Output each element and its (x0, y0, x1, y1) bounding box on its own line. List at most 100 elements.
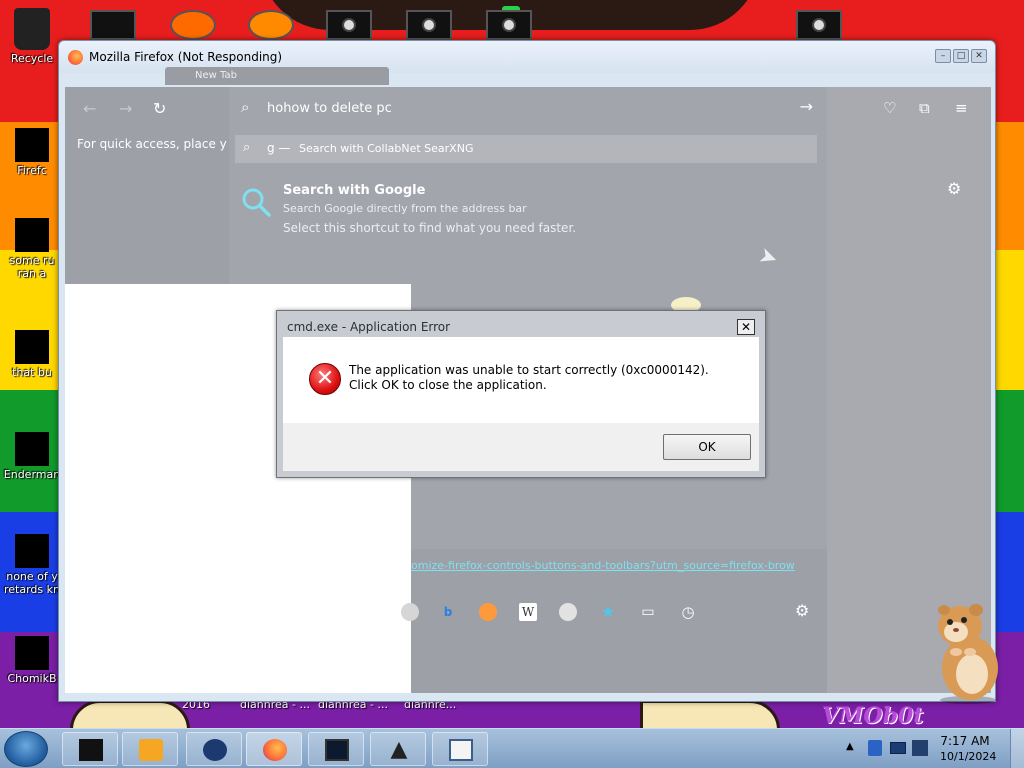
taskbar-item-globe[interactable] (186, 732, 242, 766)
suggestion-text: g — (267, 141, 291, 155)
firefox-icon (15, 128, 49, 162)
shortcut-bar: b W ★ ▭ ◷ (401, 593, 827, 633)
tip-hint: Select this shortcut to find what you ne… (283, 221, 577, 235)
address-input[interactable] (267, 98, 747, 118)
duckduckgo-icon[interactable] (479, 603, 497, 621)
window-title: Mozilla Firefox (Not Responding) (89, 50, 283, 64)
window-controls: – □ ✕ (935, 49, 987, 63)
taskbar-item-warning[interactable]: ▲ (370, 732, 426, 766)
taskbar-item[interactable] (62, 732, 118, 766)
desktop-icon-label: Recycle (10, 52, 54, 65)
eye-icon (812, 18, 826, 32)
desktop-icon-label: some ru ran a (9, 254, 55, 280)
desktop-icon-label: that bu (12, 366, 52, 379)
desktop-icon-chomik[interactable]: ChomikB (0, 636, 64, 685)
file-icon (15, 636, 49, 670)
window-icon (449, 739, 473, 761)
maximize-button[interactable]: □ (953, 49, 969, 63)
minimize-button[interactable]: – (935, 49, 951, 63)
eye-icon (422, 18, 436, 32)
globe-icon (203, 739, 227, 761)
reload-icon[interactable]: ↻ (153, 99, 166, 118)
desktop-icon-thumb[interactable] (796, 10, 842, 40)
desktop-icon-thumb[interactable] (406, 10, 452, 40)
volume-icon[interactable] (912, 740, 928, 756)
file-icon (15, 432, 49, 466)
desktop-icon-label: ChomikB (7, 672, 57, 685)
desktop-icon-thumb[interactable] (326, 10, 372, 40)
warning-icon: ▲ (390, 737, 408, 762)
clock-date[interactable]: 10/1/2024 (940, 750, 996, 763)
search-icon (242, 188, 271, 217)
history-clock-icon[interactable]: ◷ (679, 603, 697, 621)
eye-icon (342, 18, 356, 32)
desktop-icon-thumb[interactable] (90, 10, 136, 40)
tip-title: Search with Google (283, 183, 426, 198)
file-icon (15, 534, 49, 568)
tab-new-tab[interactable]: New Tab (165, 67, 389, 85)
dialog-body: ✕ The application was unable to start co… (283, 337, 759, 423)
close-button[interactable]: ✕ (971, 49, 987, 63)
pocket-icon[interactable]: ♡ (883, 99, 896, 117)
ok-button[interactable]: OK (663, 434, 751, 460)
bing-icon[interactable]: b (439, 603, 457, 621)
search-suggestion[interactable]: ⌕ g — Search with CollabNet SearXNG (235, 135, 817, 163)
dialog-footer: OK (283, 423, 759, 471)
tray-expand-icon[interactable]: ▲ (846, 741, 854, 752)
tab-label: New Tab (195, 70, 237, 81)
network-icon[interactable] (890, 742, 906, 754)
search-engine-icon[interactable] (559, 603, 577, 621)
go-arrow-icon[interactable]: → (800, 97, 813, 116)
desktop-icon-file[interactable]: none of y retards kn (0, 534, 64, 596)
clock-time[interactable]: 7:17 AM (940, 734, 990, 748)
desktop-icon-thumb[interactable] (486, 10, 532, 40)
dialog-titlebar[interactable]: cmd.exe - Application Error ✕ (283, 315, 759, 337)
show-desktop-button[interactable] (1010, 729, 1024, 768)
suggestion-engine: Search with CollabNet SearXNG (299, 142, 474, 155)
dialog-title: cmd.exe - Application Error (287, 320, 451, 334)
file-icon (15, 218, 49, 252)
forward-arrow-icon[interactable]: → (119, 99, 132, 118)
desktop-icon-file[interactable]: some ru ran a (0, 218, 64, 280)
gear-icon[interactable]: ⚙ (947, 179, 961, 198)
taskbar-item-window[interactable] (432, 732, 488, 766)
wikipedia-icon[interactable]: W (519, 603, 537, 621)
hamster-mascot[interactable] (926, 598, 1010, 704)
app-icon (79, 739, 103, 761)
file-icon (15, 330, 49, 364)
taskbar-item-media[interactable] (122, 732, 178, 766)
shortcut-settings-gear-icon[interactable]: ⚙ (795, 601, 809, 620)
urlbar[interactable]: ⌕ → (229, 87, 827, 129)
desktop-icon-enderman[interactable]: Enderman (0, 432, 64, 481)
dialog-close-button[interactable]: ✕ (737, 319, 755, 335)
tip-description: Search Google directly from the address … (283, 202, 527, 215)
error-icon: ✕ (309, 363, 341, 395)
taskbar-item-cmd[interactable] (308, 732, 364, 766)
taskbar: ▲ ▲ 7:17 AM 10/1/2024 (0, 728, 1024, 768)
taskbar-item-firefox[interactable] (246, 732, 302, 766)
firefox-icon (263, 739, 287, 761)
help-link[interactable]: omize-firefox-controls-buttons-and-toolb… (411, 559, 795, 572)
desktop-icon-firefox[interactable]: Firefc (0, 128, 64, 177)
extensions-icon[interactable]: ⧉ (919, 99, 930, 117)
start-button[interactable] (4, 731, 48, 767)
recycle-bin-icon (14, 8, 50, 50)
console-icon (325, 739, 349, 761)
shortcut-icon[interactable] (401, 603, 419, 621)
wallpaper-text: VMOb0t (822, 703, 924, 728)
desktop-icon-recycle-bin[interactable]: Recycle (0, 8, 64, 65)
menu-icon[interactable]: ≡ (955, 99, 968, 117)
bookmarks-toolbar-hint: For quick access, place your b (77, 137, 227, 151)
error-dialog[interactable]: cmd.exe - Application Error ✕ ✕ The appl… (276, 310, 766, 478)
desktop-icon-label: none of y retards kn (4, 570, 60, 596)
wallpaper-shape (640, 700, 780, 728)
bookmarks-star-icon[interactable]: ★ (599, 603, 617, 621)
back-arrow-icon[interactable]: ← (83, 99, 96, 118)
desktop-icon-thumb[interactable] (170, 10, 216, 40)
desktop-icon-file[interactable]: that bu (0, 330, 64, 379)
tabs-icon[interactable]: ▭ (639, 603, 657, 621)
search-icon: ⌕ (243, 140, 251, 155)
tray-app-icon[interactable] (868, 740, 882, 756)
wallpaper-shape (70, 700, 190, 728)
desktop-icon-thumb[interactable] (248, 10, 294, 40)
